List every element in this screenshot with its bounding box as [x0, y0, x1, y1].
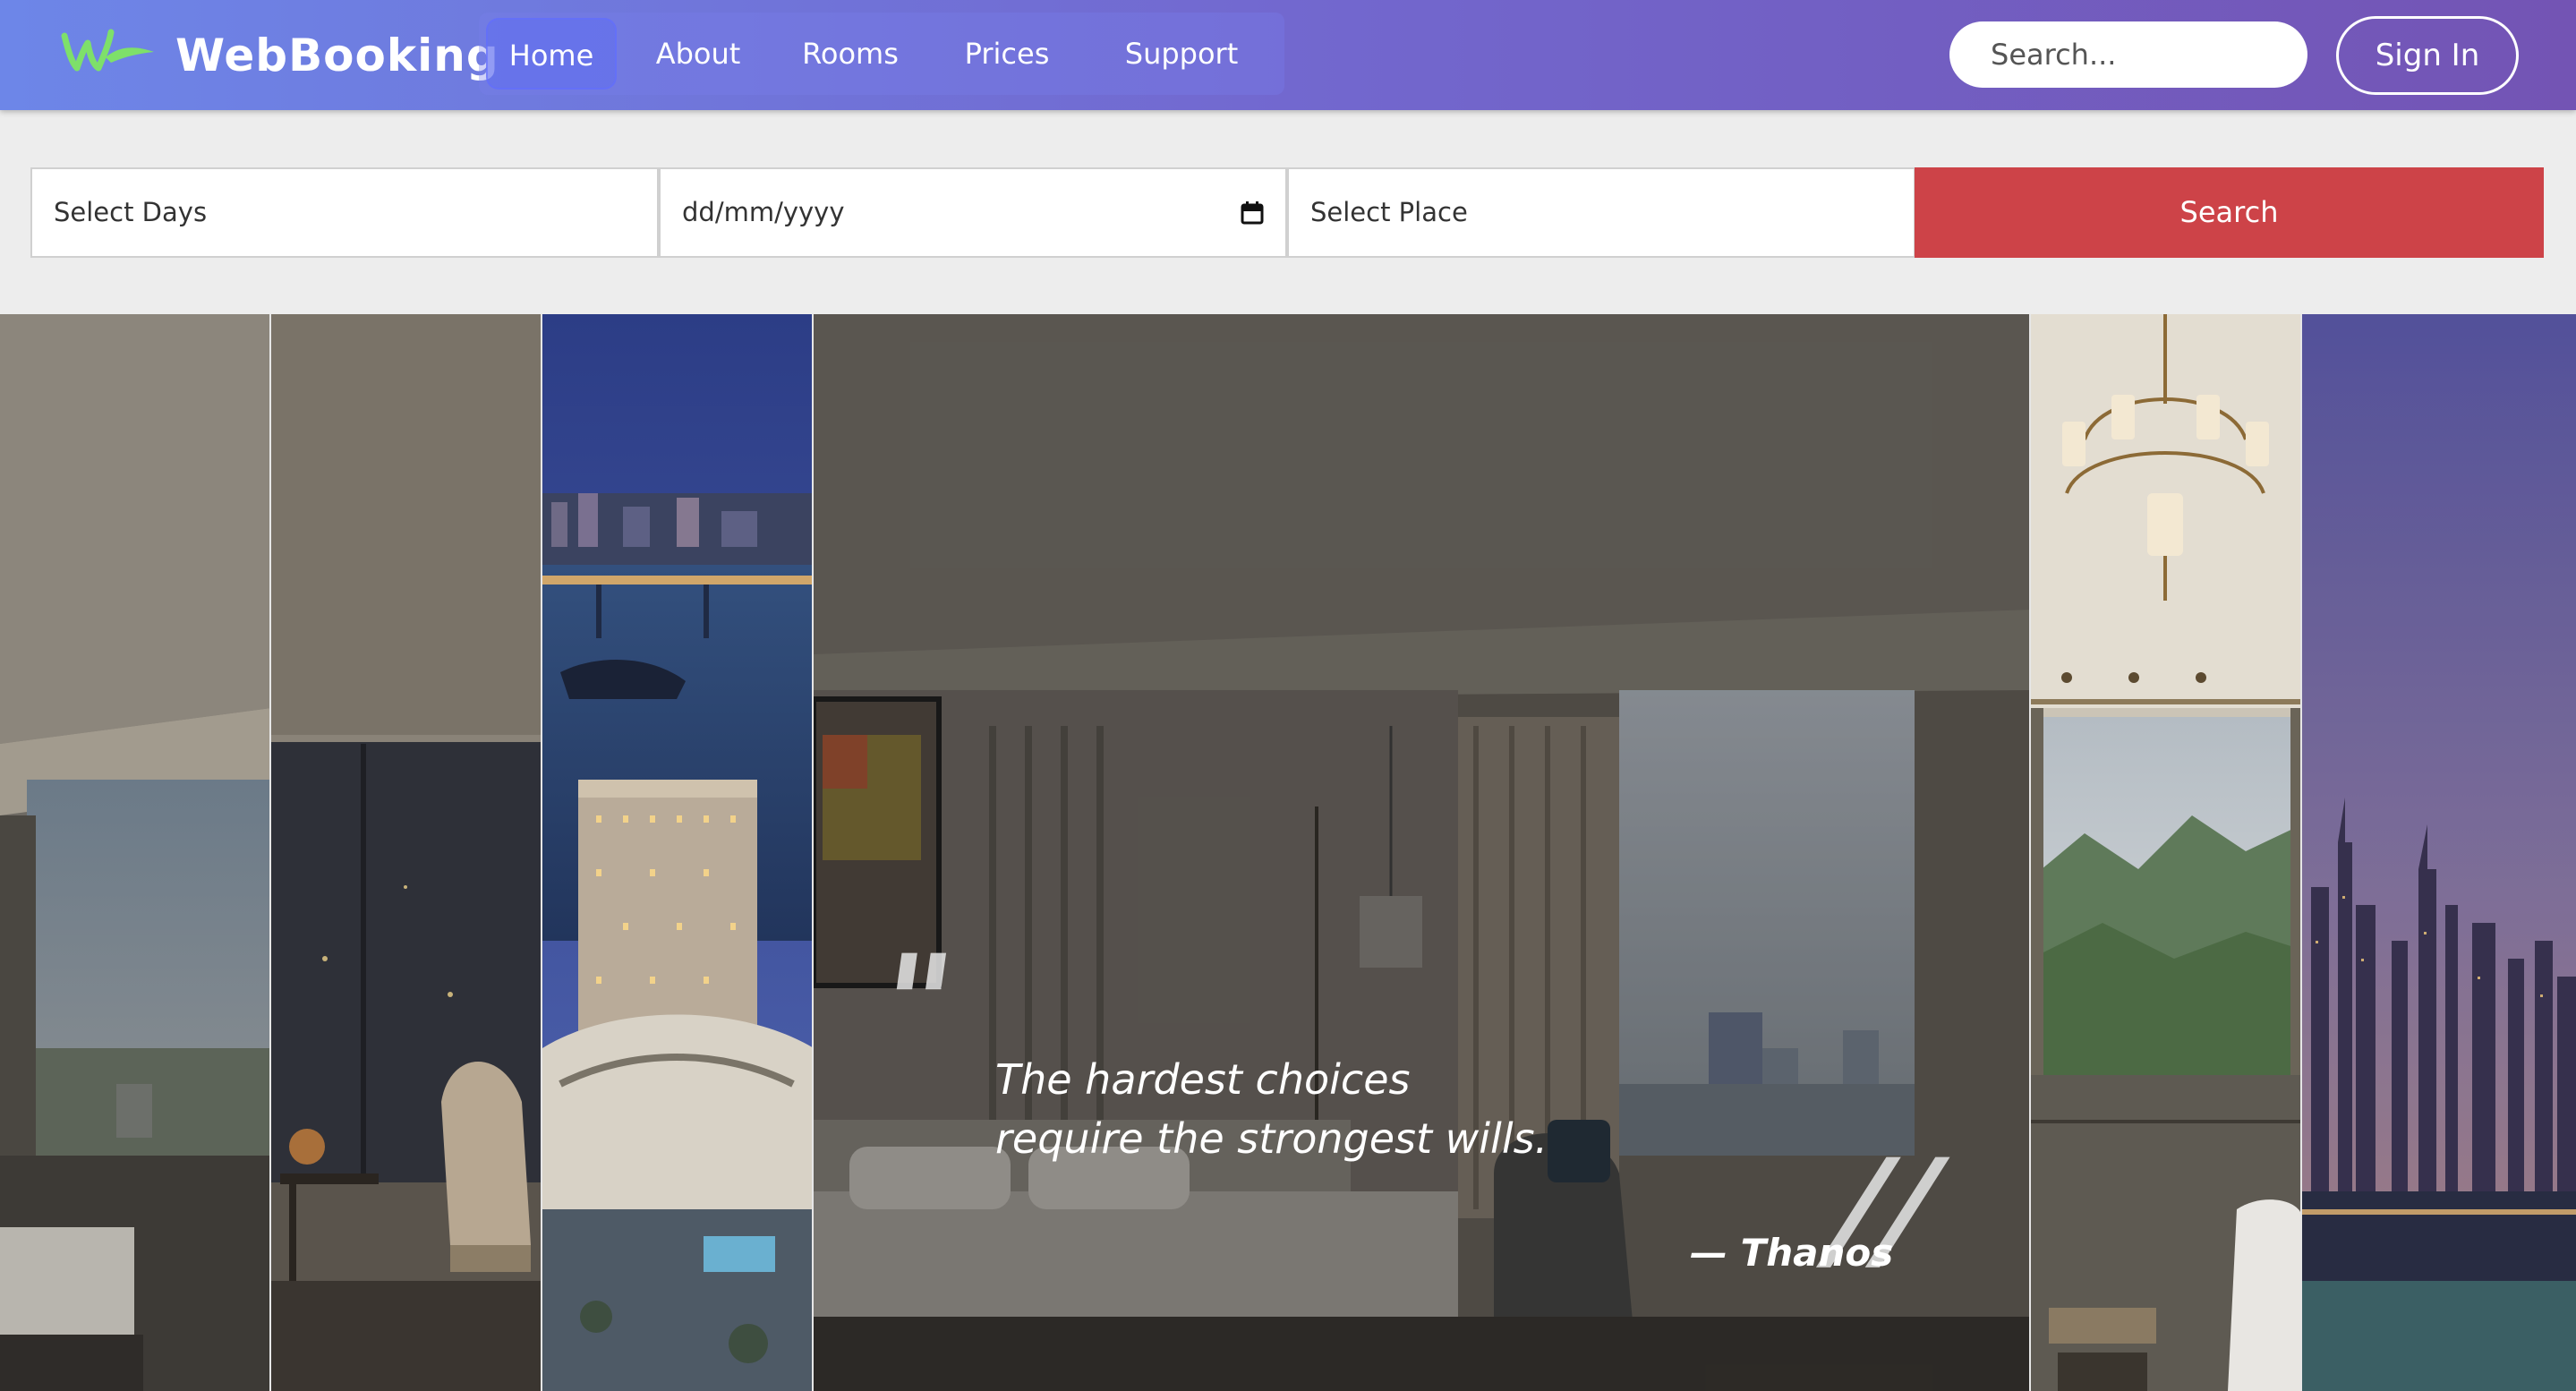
date-placeholder: dd/mm/yyyy — [682, 197, 845, 227]
hero-gallery: " The hardest choices require the strong… — [0, 314, 2576, 1391]
gallery-panel-skyline-dusk[interactable] — [2302, 314, 2576, 1391]
sign-in-button[interactable]: Sign In — [2336, 16, 2519, 95]
gallery-panel-room-window[interactable] — [0, 314, 271, 1391]
nav-link-prices[interactable]: Prices — [944, 18, 1070, 90]
top-navbar: WebBooking Home About Rooms Prices Suppo… — [0, 0, 2576, 110]
gallery-panel-chandelier-mountains[interactable] — [2031, 314, 2302, 1391]
select-place-field[interactable]: Select Place — [1287, 167, 1915, 258]
quote-line-2: require the strongest wills. — [995, 1114, 1548, 1163]
select-place-placeholder: Select Place — [1310, 197, 1468, 227]
main-nav: Home About Rooms Prices Support — [479, 13, 1284, 95]
calendar-icon[interactable] — [1241, 201, 1264, 225]
gallery-panel-city-bridge[interactable] — [542, 314, 814, 1391]
leaf-w-logo-icon[interactable] — [59, 23, 159, 77]
select-days-field[interactable]: Select Days — [30, 167, 659, 258]
search-input[interactable] — [1949, 21, 2307, 88]
date-field[interactable]: dd/mm/yyyy — [659, 167, 1287, 258]
nav-link-home[interactable]: Home — [486, 18, 617, 90]
gallery-panel-office-chair[interactable] — [271, 314, 542, 1391]
select-days-placeholder: Select Days — [54, 197, 208, 227]
brand-name[interactable]: WebBooking — [175, 27, 499, 84]
booking-search-button[interactable]: Search — [1915, 167, 2544, 258]
quote-author: — Thanos — [1690, 1231, 1894, 1275]
booking-form: Select Days dd/mm/yyyy Select Place Sear… — [30, 167, 2544, 258]
nav-link-support[interactable]: Support — [1096, 18, 1267, 90]
nav-link-about[interactable]: About — [640, 18, 756, 90]
nav-link-rooms[interactable]: Rooms — [783, 18, 917, 90]
quote-line-1: The hardest choices — [995, 1055, 1411, 1104]
